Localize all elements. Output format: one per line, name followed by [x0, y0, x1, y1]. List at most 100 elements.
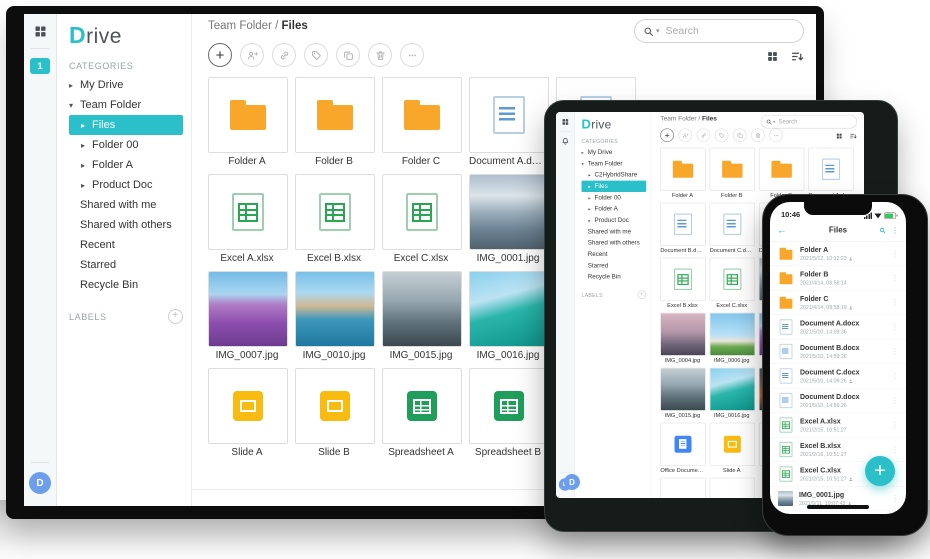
trash-button[interactable]: [368, 43, 392, 67]
kebab-menu-icon[interactable]: ⋮: [889, 420, 901, 430]
sort-list-icon[interactable]: [850, 132, 857, 139]
app-launcher-icon[interactable]: [561, 118, 570, 127]
file-tile[interactable]: IMG_0015.jpg: [382, 271, 460, 363]
sidebar-tree-item[interactable]: ▸ Folder A: [582, 203, 647, 214]
sidebar-tree-item[interactable]: Recycle Bin: [69, 275, 183, 295]
breadcrumb-parent[interactable]: Team Folder: [660, 115, 696, 122]
file-tile[interactable]: [710, 478, 754, 498]
file-tile-card[interactable]: [295, 77, 375, 153]
user-avatar[interactable]: D: [564, 474, 580, 490]
sidebar-tree-item[interactable]: ▸ My Drive: [69, 75, 183, 95]
search-input[interactable]: [664, 24, 795, 38]
kebab-menu-icon[interactable]: ⋮: [889, 371, 901, 381]
file-tile-card[interactable]: [660, 203, 705, 246]
file-tile[interactable]: IMG_0016.jpg: [469, 271, 547, 363]
copy-button[interactable]: [733, 128, 747, 142]
file-tile-card[interactable]: [382, 368, 462, 444]
file-tile-card[interactable]: [808, 148, 853, 191]
file-tile[interactable]: IMG_0006.jpg: [710, 313, 754, 365]
file-tile-card[interactable]: [710, 368, 755, 411]
sidebar-tree-item[interactable]: ▸ Folder 00: [582, 192, 647, 203]
search-scope-caret-icon[interactable]: ▾: [773, 119, 775, 124]
file-tile-card[interactable]: [660, 313, 705, 356]
file-tile[interactable]: Excel C.xlsx: [710, 258, 754, 310]
add-fab-button[interactable]: +: [865, 456, 895, 486]
file-tile[interactable]: Document A.docx: [808, 148, 852, 200]
file-tile-card[interactable]: [382, 271, 462, 347]
user-add-button[interactable]: [240, 43, 264, 67]
file-tile[interactable]: Excel B.xlsx: [660, 258, 704, 310]
file-tile-card[interactable]: [660, 368, 705, 411]
sidebar-tree-item[interactable]: Shared with others: [69, 215, 183, 235]
file-tile[interactable]: Folder A: [208, 77, 286, 169]
file-tile[interactable]: IMG_0007.jpg: [208, 271, 286, 363]
file-tile-card[interactable]: [208, 174, 288, 250]
file-tile[interactable]: Slide A: [208, 368, 286, 460]
bell-icon[interactable]: [561, 137, 570, 146]
sidebar-tree-item[interactable]: Recent: [582, 249, 647, 260]
file-tile-card[interactable]: [710, 423, 755, 466]
user-add-button[interactable]: [678, 128, 692, 142]
add-button[interactable]: +: [208, 43, 232, 67]
phone-list-item[interactable]: Document B.docx 2021/5/10, 14:59:26 ⋮: [770, 340, 906, 365]
breadcrumb-parent[interactable]: Team Folder: [208, 20, 272, 32]
phone-list-item[interactable]: Folder C 2021/4/14, 08:58:19 ⋮: [770, 291, 906, 316]
file-tile[interactable]: Folder B: [295, 77, 373, 169]
link-button[interactable]: [697, 128, 711, 142]
phone-list-item[interactable]: Folder A 2021/5/12, 10:12:23 ⋮: [770, 242, 906, 267]
file-tile[interactable]: Document A.docx: [469, 77, 547, 169]
phone-list-item[interactable]: Excel A.xlsx 2021/2/15, 10:51:27 ⋮: [770, 413, 906, 438]
file-tile-card[interactable]: [469, 271, 549, 347]
file-tile-card[interactable]: [208, 368, 288, 444]
notification-badge[interactable]: 1: [30, 58, 50, 74]
phone-list-item[interactable]: Document D.docx 2021/5/10, 14:59:26 ⋮: [770, 389, 906, 414]
sidebar-tree-item[interactable]: ▸ Files: [69, 115, 183, 135]
more-button[interactable]: [400, 43, 424, 67]
search-box[interactable]: ▾: [761, 115, 857, 129]
kebab-menu-icon[interactable]: ⋮: [889, 347, 901, 357]
back-arrow-icon[interactable]: ←: [777, 225, 797, 237]
phone-list-item[interactable]: Folder B 2021/4/14, 08:58:14 ⋮: [770, 266, 906, 291]
file-tile[interactable]: Slide A: [710, 423, 754, 475]
file-tile[interactable]: Spreadsheet B: [469, 368, 547, 460]
more-menu-icon[interactable]: ⋮: [891, 226, 899, 236]
sidebar-tree-item[interactable]: Shared with me: [69, 195, 183, 215]
sidebar-tree-item[interactable]: ▾ Team Folder: [69, 95, 183, 115]
file-tile-card[interactable]: [382, 174, 462, 250]
file-tile[interactable]: IMG_0010.jpg: [295, 271, 373, 363]
sidebar-tree-item[interactable]: Recycle Bin: [582, 271, 647, 282]
sidebar-tree-item[interactable]: Recent: [69, 235, 183, 255]
file-tile-card[interactable]: [208, 271, 288, 347]
sidebar-tree-item[interactable]: Shared with me: [582, 226, 647, 237]
file-tile[interactable]: Folder C: [382, 77, 460, 169]
add-label-button[interactable]: +: [638, 291, 647, 300]
add-label-button[interactable]: +: [168, 309, 183, 324]
sidebar-tree-item[interactable]: ▸ Product Doc: [69, 175, 183, 195]
copy-button[interactable]: [336, 43, 360, 67]
file-tile[interactable]: IMG_0001.jpg: [469, 174, 547, 266]
kebab-menu-icon[interactable]: ⋮: [889, 273, 901, 283]
grid-view-icon[interactable]: [836, 132, 843, 139]
file-tile-card[interactable]: [382, 77, 462, 153]
file-tile-card[interactable]: [469, 368, 549, 444]
file-tile-card[interactable]: [710, 148, 755, 191]
file-tile-card[interactable]: [759, 148, 804, 191]
tag-button[interactable]: [715, 128, 729, 142]
search-input[interactable]: [777, 118, 852, 126]
sidebar-tree-item[interactable]: ▸ Product Doc: [582, 215, 647, 226]
file-tile-card[interactable]: [295, 271, 375, 347]
trash-button[interactable]: [751, 128, 765, 142]
file-tile-card[interactable]: [469, 174, 549, 250]
phone-list-item[interactable]: Document A.docx 2021/5/10, 14:09:36 ⋮: [770, 315, 906, 340]
kebab-menu-icon[interactable]: ⋮: [889, 445, 901, 455]
kebab-menu-icon[interactable]: ⋮: [889, 249, 901, 259]
sidebar-tree-item[interactable]: ▸ Folder 00: [69, 135, 183, 155]
file-tile[interactable]: IMG_0015.jpg: [660, 368, 704, 420]
file-tile-card[interactable]: [660, 478, 705, 498]
phone-list-item[interactable]: Document C.docx 2021/5/10, 14:09:26 ⋮: [770, 364, 906, 389]
search-box[interactable]: ▾: [634, 19, 804, 43]
file-tile[interactable]: Document B.docx: [660, 203, 704, 255]
link-button[interactable]: [272, 43, 296, 67]
file-tile-card[interactable]: [660, 423, 705, 466]
file-tile[interactable]: Folder B: [710, 148, 754, 200]
